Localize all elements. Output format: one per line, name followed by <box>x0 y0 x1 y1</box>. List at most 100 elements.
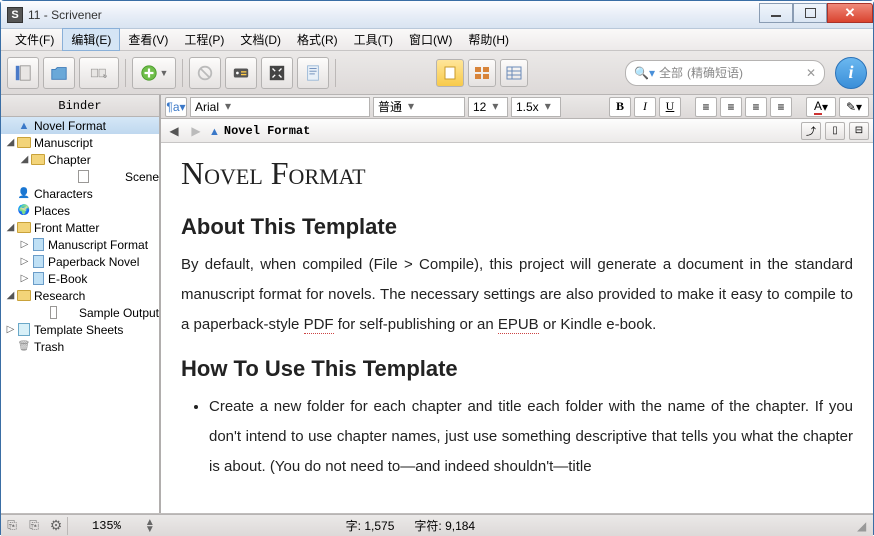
disclosure-icon[interactable]: ▷ <box>19 256 30 267</box>
close-button[interactable] <box>827 3 873 23</box>
globe-icon <box>16 204 32 218</box>
menu-item[interactable]: 文档(D) <box>232 29 289 50</box>
bluedoc-icon <box>30 272 46 286</box>
disclosure-icon[interactable]: ▷ <box>19 239 30 250</box>
binder-item[interactable]: ◢Front Matter <box>1 219 159 236</box>
editor-header-bar: ◀ ▶ Novel Format ⤴ ▯ ⊟ <box>161 119 873 143</box>
main-toolbar: ↻ ▼ 🔍▾ 全部 (精确短语) ✕ i <box>1 51 873 95</box>
zoom-level[interactable]: 135% <box>68 519 145 533</box>
binder-item[interactable]: Characters <box>1 185 159 202</box>
menu-item[interactable]: 文件(F) <box>7 29 62 50</box>
binder-item[interactable]: ▷Paperback Novel <box>1 253 159 270</box>
app-icon: S <box>7 7 23 23</box>
font-style-select[interactable]: 普通 <box>373 97 465 117</box>
resize-grip[interactable]: ◢ <box>857 519 873 533</box>
doc-warn-icon <box>209 124 220 138</box>
binder-item-label: Novel Format <box>34 119 106 133</box>
search-placeholder: (精确短语) <box>687 64 743 81</box>
binder-item[interactable]: ▷ Manuscript Format <box>1 236 159 253</box>
people-icon <box>16 187 32 201</box>
binder-item-label: Places <box>34 204 70 218</box>
italic-button[interactable]: I <box>634 97 656 117</box>
font-select[interactable]: Arial <box>190 97 370 117</box>
menu-item[interactable]: 格式(R) <box>289 29 346 50</box>
binder-tree[interactable]: Novel Format◢Manuscript◢ChapterSceneChar… <box>1 117 159 513</box>
minimize-button[interactable] <box>759 3 793 23</box>
highlight-button[interactable]: ✎▾ <box>839 97 869 117</box>
menu-item[interactable]: 工具(T) <box>346 29 401 50</box>
about-paragraph: By default, when compiled (File > Compil… <box>181 250 853 340</box>
nav-back-button[interactable]: ◀ <box>165 124 183 138</box>
doc-heading: Novel Format <box>181 155 853 192</box>
binder-item[interactable]: Novel Format <box>1 117 159 134</box>
view-corkboard-button[interactable] <box>468 59 496 87</box>
binder-item[interactable]: ▷E-Book <box>1 270 159 287</box>
disclosure-icon[interactable]: ◢ <box>5 290 16 301</box>
menu-item[interactable]: 窗口(W) <box>401 29 460 50</box>
doc-icon <box>44 165 123 189</box>
nav-forward-button[interactable]: ▶ <box>187 124 205 138</box>
prohibit-button[interactable] <box>189 57 221 89</box>
menu-item[interactable]: 工程(P) <box>176 29 232 50</box>
binder-item-label: Characters <box>34 187 93 201</box>
disclosure-icon[interactable]: ◢ <box>5 222 16 233</box>
search-scope: 全部 <box>659 64 683 81</box>
align-center-button[interactable]: ≡ <box>720 97 742 117</box>
add-button[interactable]: ▼ <box>132 57 176 89</box>
trash-icon <box>16 340 32 354</box>
footer-btn-1[interactable]: ⎘ <box>1 518 23 533</box>
menu-item[interactable]: 编辑(E) <box>62 28 120 51</box>
bold-button[interactable]: B <box>609 97 631 117</box>
disclosure-icon[interactable]: ◢ <box>5 137 16 148</box>
layout-button[interactable]: ↻ <box>79 57 119 89</box>
hdr-split-h-button[interactable]: ▯ <box>825 122 845 140</box>
binder-item-label: Manuscript Format <box>48 238 148 252</box>
underline-button[interactable]: U <box>659 97 681 117</box>
doc-title: Novel Format <box>224 124 797 138</box>
disclosure-icon[interactable]: ▷ <box>19 273 30 284</box>
binder-item[interactable]: Sample Output <box>1 304 159 321</box>
info-button[interactable]: i <box>835 57 867 89</box>
align-right-button[interactable]: ≡ <box>745 97 767 117</box>
maximize-button[interactable] <box>793 3 827 23</box>
binder-item[interactable]: ◢Research <box>1 287 159 304</box>
view-outline-button[interactable] <box>500 59 528 87</box>
binder-toggle-button[interactable] <box>7 57 39 89</box>
titlebar: S 11 - Scrivener <box>1 1 873 29</box>
doc-icon <box>30 301 77 325</box>
footer-btn-2[interactable]: ⎘ <box>23 518 45 533</box>
zoom-stepper[interactable]: ▲▼ <box>145 519 155 533</box>
fullscreen-button[interactable] <box>261 57 293 89</box>
line-spacing-select[interactable]: 1.5x <box>511 97 561 117</box>
search-box[interactable]: 🔍▾ 全部 (精确短语) ✕ <box>625 60 825 86</box>
align-left-button[interactable]: ≡ <box>695 97 717 117</box>
binder-panel: Binder Novel Format◢Manuscript◢ChapterSc… <box>1 95 161 513</box>
search-icon: 🔍▾ <box>634 66 655 80</box>
hdr-split-v-button[interactable]: ⊟ <box>849 122 869 140</box>
hdr-up-button[interactable]: ⤴ <box>801 122 821 140</box>
settings-gear-icon[interactable]: ⚙ <box>45 517 67 534</box>
binder-item[interactable]: Scene <box>1 168 159 185</box>
binder-item[interactable]: Trash <box>1 338 159 355</box>
disclosure-icon[interactable]: ◢ <box>19 154 30 165</box>
keywords-button[interactable] <box>225 57 257 89</box>
styles-button[interactable]: ¶a▾ <box>165 97 187 117</box>
document-body[interactable]: Novel Format About This Template By defa… <box>161 143 873 513</box>
binder-item[interactable]: Places <box>1 202 159 219</box>
binder-item[interactable]: ◢Manuscript <box>1 134 159 151</box>
collections-button[interactable] <box>43 57 75 89</box>
menubar: 文件(F)编辑(E)查看(V)工程(P)文档(D)格式(R)工具(T)窗口(W)… <box>1 29 873 51</box>
text-color-button[interactable]: A▾ <box>806 97 836 117</box>
binder-item-label: Sample Output <box>79 306 159 320</box>
compose-button[interactable] <box>297 57 329 89</box>
binder-item[interactable]: ▷Template Sheets <box>1 321 159 338</box>
menu-item[interactable]: 帮助(H) <box>460 29 517 50</box>
menu-item[interactable]: 查看(V) <box>120 29 176 50</box>
font-size-select[interactable]: 12 <box>468 97 508 117</box>
disclosure-icon[interactable]: ▷ <box>5 324 16 335</box>
window-title: 11 - Scrivener <box>28 8 759 22</box>
section-about: About This Template <box>181 214 853 240</box>
search-clear-icon[interactable]: ✕ <box>806 66 816 80</box>
view-document-button[interactable] <box>436 59 464 87</box>
align-justify-button[interactable]: ≡ <box>770 97 792 117</box>
